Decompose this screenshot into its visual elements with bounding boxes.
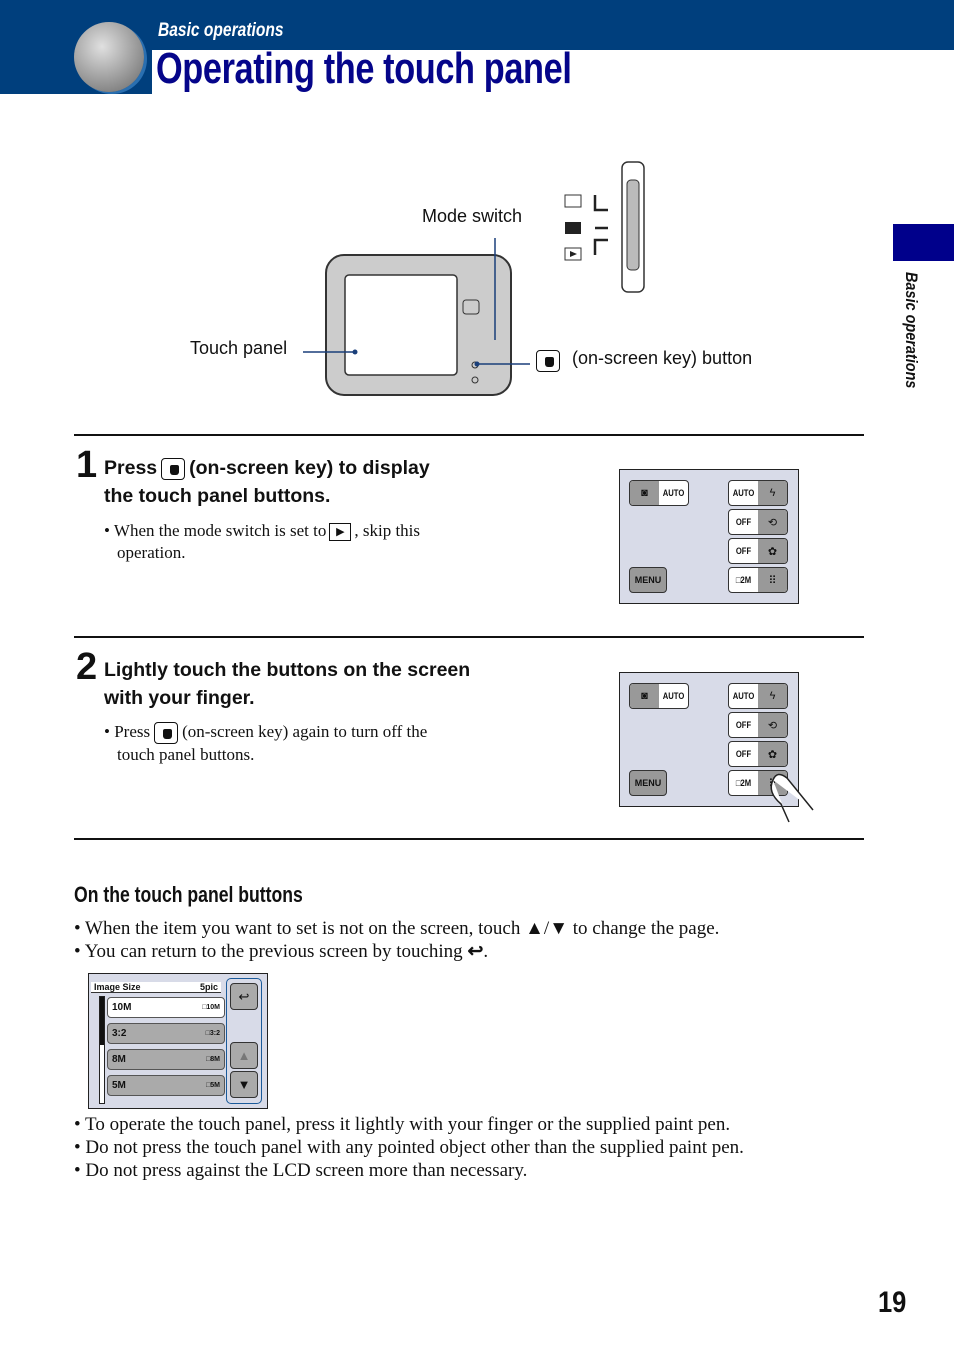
macro-button[interactable]: OFF ✿ bbox=[728, 538, 788, 564]
flash-icon: ϟ bbox=[758, 481, 787, 505]
camera-icon bbox=[565, 222, 581, 234]
self-timer-button[interactable]: OFF ⟲ bbox=[728, 509, 788, 535]
macro-button[interactable]: OFF ✿ bbox=[728, 741, 788, 767]
mode-switch-label: Mode switch bbox=[422, 206, 523, 226]
self-timer-icon: ⟲ bbox=[758, 713, 787, 737]
section-heading: On the touch panel buttons bbox=[74, 882, 303, 907]
side-tab-marker bbox=[893, 224, 954, 261]
step-note: • Press (on-screen key) again to turn off… bbox=[104, 722, 428, 765]
macro-icon: ✿ bbox=[758, 742, 787, 766]
camera-icon: ◙ bbox=[630, 481, 659, 505]
flash-icon: ϟ bbox=[758, 684, 787, 708]
back-button[interactable]: ↩ bbox=[230, 983, 258, 1010]
touch-panel-label: Touch panel bbox=[190, 338, 288, 358]
list-item[interactable]: 10M □10M bbox=[107, 997, 225, 1018]
page-up-button[interactable]: ▲ bbox=[230, 1042, 258, 1069]
page-down-button[interactable]: ▼ bbox=[230, 1071, 258, 1098]
onscreen-key-icon bbox=[161, 457, 186, 480]
divider bbox=[74, 434, 864, 436]
step-note: • When the mode switch is set to ▶, skip … bbox=[104, 521, 421, 562]
camera-icon: ◙ bbox=[630, 684, 659, 708]
header-band bbox=[0, 0, 954, 50]
onscreen-key-label: (on-screen key) button bbox=[572, 348, 753, 368]
step-title: Lightly touch the buttons on the screen … bbox=[104, 659, 471, 709]
macro-icon: ✿ bbox=[758, 539, 787, 563]
step-number: 2 bbox=[76, 646, 98, 688]
image-size-icon: ⠿ bbox=[758, 568, 787, 592]
divider bbox=[74, 838, 864, 840]
self-timer-icon: ⟲ bbox=[758, 510, 787, 534]
camera-mode-button[interactable]: ◙ AUTO bbox=[629, 683, 689, 709]
step-title: Press (on-screen key) to display the touc… bbox=[104, 457, 430, 507]
image-size-header: Image Size 5pic bbox=[91, 982, 221, 993]
menu-button[interactable]: MENU bbox=[629, 567, 667, 593]
list-item[interactable]: 8M □8M bbox=[107, 1049, 225, 1070]
page-number: 19 bbox=[878, 1286, 907, 1319]
section-bullets-top: • When the item you want to set is not o… bbox=[74, 918, 720, 962]
onscreen-key-icon bbox=[154, 722, 179, 745]
flash-button[interactable]: AUTO ϟ bbox=[728, 480, 788, 506]
section-bullets-bottom: • To operate the touch panel, press it l… bbox=[74, 1114, 744, 1181]
camera-diagram bbox=[303, 161, 645, 396]
flash-button[interactable]: AUTO ϟ bbox=[728, 683, 788, 709]
back-icon: ↩ bbox=[467, 941, 484, 962]
divider bbox=[74, 636, 864, 638]
self-timer-button[interactable]: OFF ⟲ bbox=[728, 712, 788, 738]
page-title: Operating the touch panel bbox=[156, 44, 572, 93]
step-number: 1 bbox=[76, 444, 98, 486]
touch-panel-screen: ◙AUTO AUTOϟ OFF⟲ OFF✿ □2M⠿ MENU bbox=[619, 469, 799, 604]
finger-icon bbox=[770, 773, 814, 823]
image-size-button[interactable]: □2M⠿ bbox=[728, 567, 788, 593]
section-category: Basic operations bbox=[158, 20, 284, 41]
scrollbar[interactable] bbox=[99, 996, 105, 1104]
onscreen-key-icon bbox=[536, 350, 560, 372]
list-item[interactable]: 5M □5M bbox=[107, 1075, 225, 1096]
movie-icon bbox=[564, 194, 582, 208]
playback-icon: ▶ bbox=[329, 523, 352, 542]
menu-button[interactable]: MENU bbox=[629, 770, 667, 796]
list-item[interactable]: 3:2 □3:2 bbox=[107, 1023, 225, 1044]
camera-screen bbox=[344, 274, 458, 376]
camera-mode-button[interactable]: ◙ AUTO bbox=[629, 480, 689, 506]
camera-section-icon bbox=[74, 22, 144, 92]
image-size-menu: Image Size 5pic 10M □10M 3:2 □3:2 8M □8M 5M □… bbox=[88, 973, 268, 1109]
side-tab-label: Basic operations bbox=[902, 272, 921, 389]
